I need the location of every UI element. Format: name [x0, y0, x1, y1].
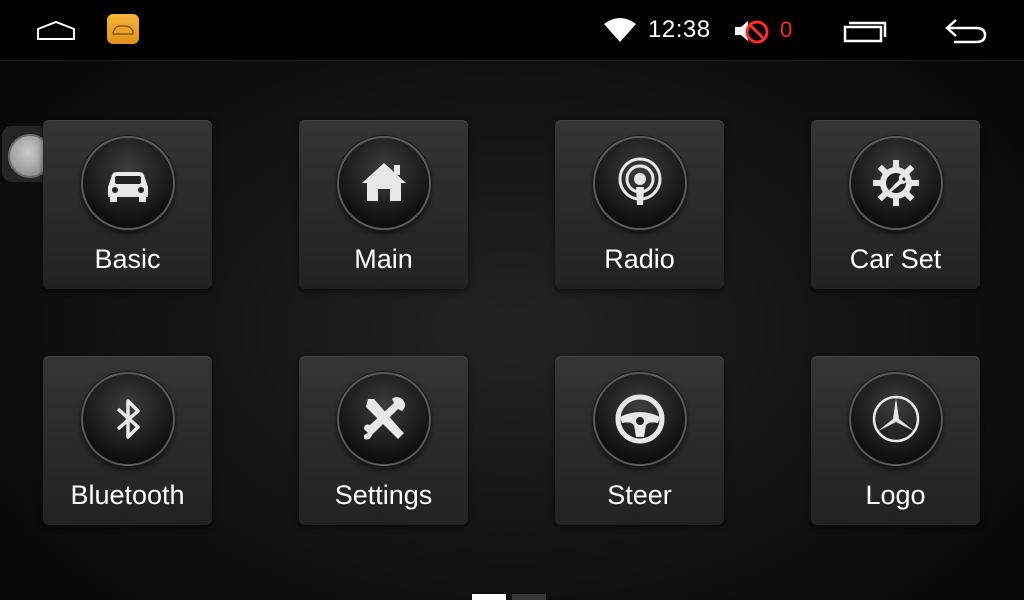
tile-bluetooth[interactable]: Bluetooth: [43, 356, 212, 525]
tile-car-set[interactable]: Car Set: [811, 120, 980, 289]
back-icon[interactable]: [940, 14, 992, 48]
status-bar: 12:38 0: [0, 0, 1024, 61]
tile-label: Car Set: [849, 244, 942, 274]
mute-icon[interactable]: [732, 16, 772, 46]
tile-logo[interactable]: Logo: [811, 356, 980, 525]
tile-label: Main: [354, 244, 413, 274]
tile-basic[interactable]: Basic: [43, 120, 212, 289]
tile-radio[interactable]: Radio: [555, 120, 724, 289]
gear-wrench-icon: [849, 136, 943, 230]
page-indicator-inactive[interactable]: [512, 594, 546, 600]
volume-level: 0: [780, 17, 793, 42]
page-indicator-active[interactable]: [472, 594, 506, 600]
tools-icon: [337, 372, 431, 466]
steering-wheel-icon: [593, 372, 687, 466]
bluetooth-icon: [81, 372, 175, 466]
clock: 12:38: [648, 16, 711, 43]
wifi-icon: [602, 16, 638, 44]
tile-label: Bluetooth: [70, 480, 185, 510]
home-icon[interactable]: [30, 14, 82, 46]
tile-label: Logo: [865, 480, 926, 510]
tile-label: Steer: [607, 480, 672, 510]
mercedes-star-icon: [849, 372, 943, 466]
home-icon: [337, 136, 431, 230]
tile-settings[interactable]: Settings: [299, 356, 468, 525]
app-notification-icon[interactable]: [107, 14, 139, 44]
tile-main[interactable]: Main: [299, 120, 468, 289]
radio-icon: [593, 136, 687, 230]
tile-label: Radio: [604, 244, 675, 274]
tile-label: Basic: [94, 244, 161, 274]
tile-steer[interactable]: Steer: [555, 356, 724, 525]
recent-apps-icon[interactable]: [842, 16, 888, 46]
tile-label: Settings: [334, 480, 433, 510]
car-icon: [81, 136, 175, 230]
